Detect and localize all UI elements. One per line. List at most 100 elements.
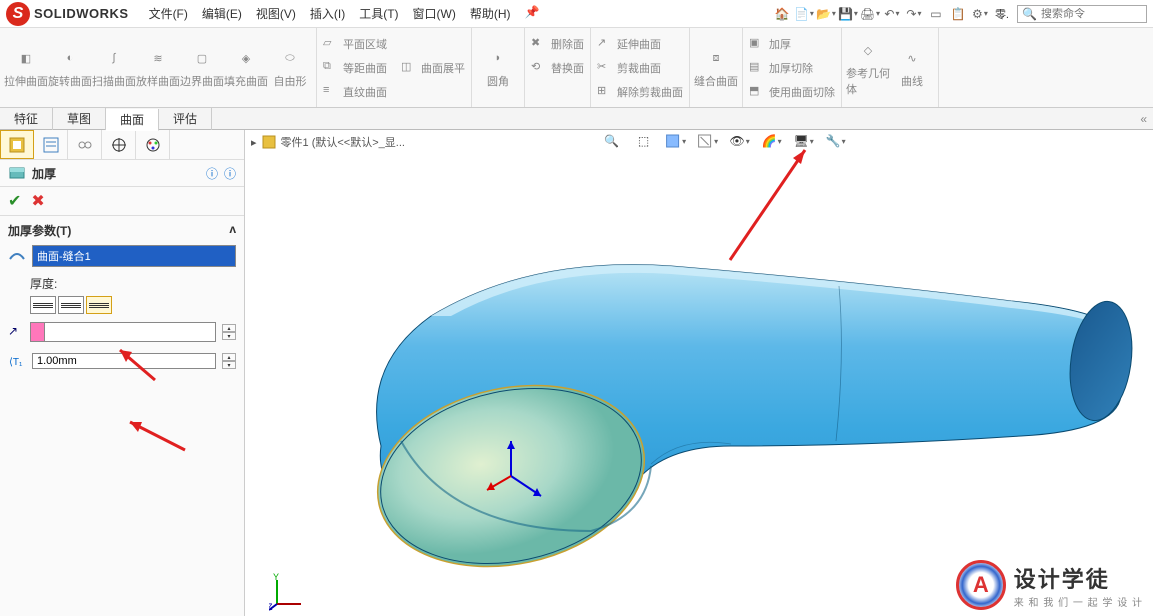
ok-button[interactable]: ✔ [8,191,21,211]
selected-surface-field[interactable]: 曲面-缝合1 [32,245,236,267]
spin-down[interactable]: ▾ [222,332,236,340]
pin-icon[interactable]: 📌 [525,5,540,22]
reference-geometry-button[interactable]: ◇参考几何体 [846,30,890,104]
property-manager: 加厚 ⓘ ⓘ ✔ ✖ 加厚参数(T) ʌ 曲面-缝合1 厚度: [0,130,245,616]
fillet-button[interactable]: ◗圆角 [476,30,520,104]
appearance-tab[interactable] [136,130,170,159]
search-box[interactable]: 🔍 [1017,5,1147,23]
offset-surface-button[interactable]: ⧉等距曲面◫曲面展平 [323,57,465,79]
feature-header: 加厚 ⓘ ⓘ [0,160,244,187]
reverse-direction-icon[interactable]: ↗ [8,324,24,340]
curves-button[interactable]: ∿曲线 [890,30,934,104]
planar-surface-button[interactable]: ▱平面区域 [323,33,465,55]
ok-cancel-row: ✔ ✖ [0,187,244,216]
menu-tools[interactable]: 工具(T) [359,5,398,22]
cancel-button[interactable]: ✖ [31,191,44,211]
dimension-icon: ⟨T₁ [8,352,26,370]
ribbon-group-face: ✖删除面 ⟲替换面 . [525,28,591,107]
thickness-label: 厚度: [30,275,236,292]
ribbon: ◧拉伸曲面 ◐旋转曲面 ∫扫描曲面 ≋放样曲面 ▢边界曲面 ◈填充曲面 ⬭自由形… [0,28,1153,108]
select-icon[interactable]: ▭ [929,7,943,21]
command-tabs: 特征 草图 曲面 评估 « [0,108,1153,130]
thicken-button[interactable]: ▣加厚 [749,33,835,55]
ruled-surface-button[interactable]: ≡直纹曲面 [323,81,465,103]
trim-surface-button[interactable]: ✂剪裁曲面 [597,57,683,79]
property-manager-tab[interactable] [34,130,68,159]
collapse-params-icon[interactable]: ʌ [229,222,236,239]
sweep-surface-button[interactable]: ∫扫描曲面 [92,30,136,104]
thickness-spin-up[interactable]: ▴ [222,353,236,361]
watermark-title: 设计学徒 [1014,562,1143,594]
ribbon-group-surface-tools: ▱平面区域 ⧉等距曲面◫曲面展平 ≡直纹曲面 [317,28,472,107]
extend-surface-button[interactable]: ↗延伸曲面 [597,33,683,55]
thicken-icon [8,164,26,182]
extrude-surface-button[interactable]: ◧拉伸曲面 [4,30,48,104]
tab-surface[interactable]: 曲面 [106,109,159,131]
cut-with-surface-button[interactable]: ⬒使用曲面切除 [749,81,835,103]
search-input[interactable] [1041,8,1141,20]
quick-access-toolbar: 🏠 📄▾ 📂▾ 💾▾ 🖨▾ ↶▾ ↷▾ ▭ 📋 ⚙▾ 零. 🔍 [775,5,1147,23]
tab-sketch[interactable]: 草图 [53,108,106,130]
thickness-spin-down[interactable]: ▾ [222,361,236,369]
menu-insert[interactable]: 插入(I) [310,5,345,22]
thickness-side-toggle [30,296,236,314]
tab-evaluate[interactable]: 评估 [159,108,212,130]
open-icon[interactable]: 📂▾ [819,7,833,21]
view-triad: Y Z [269,572,309,612]
feature-manager-tab[interactable] [0,130,34,159]
menu-view[interactable]: 视图(V) [256,5,296,22]
replace-face-button[interactable]: ⟲替换面 [531,57,584,79]
spin-up[interactable]: ▴ [222,324,236,332]
help-icon[interactable]: ⓘ [206,165,218,182]
tab-feature[interactable]: 特征 [0,108,53,130]
svg-text:Y: Y [273,572,279,582]
loft-surface-button[interactable]: ≋放样曲面 [136,30,180,104]
main-menu: 文件(F) 编辑(E) 视图(V) 插入(I) 工具(T) 窗口(W) 帮助(H… [149,5,540,22]
revolve-surface-button[interactable]: ◐旋转曲面 [48,30,92,104]
feature-title: 加厚 [32,165,56,182]
thickness-input[interactable] [32,353,216,369]
new-doc-icon[interactable]: 📄▾ [797,7,811,21]
direction-indicator [30,322,216,342]
search-icon: 🔍 [1022,7,1037,21]
ribbon-group-thicken: ▣加厚 ▤加厚切除 ⬒使用曲面切除 [743,28,842,107]
new-icon[interactable]: 🏠 [775,7,789,21]
print-icon[interactable]: 🖨▾ [863,7,877,21]
knit-surface-button[interactable]: ⧈缝合曲面 [694,30,738,104]
options-icon[interactable]: ⚙▾ [973,7,987,21]
manager-tabs [0,130,244,160]
untrim-surface-button[interactable]: ⊞解除剪裁曲面 [597,81,683,103]
boundary-surface-button[interactable]: ▢边界曲面 [180,30,224,104]
ribbon-group-surfaces: ◧拉伸曲面 ◐旋转曲面 ∫扫描曲面 ≋放样曲面 ▢边界曲面 ◈填充曲面 ⬭自由形 [0,28,317,107]
freeform-button[interactable]: ⬭自由形 [268,30,312,104]
dimxpert-tab[interactable] [102,130,136,159]
thicken-params: 加厚参数(T) ʌ 曲面-缝合1 厚度: ↗ ▴ ▾ [0,216,244,376]
pin-panel-icon[interactable]: ⓘ [224,165,236,182]
fill-surface-button[interactable]: ◈填充曲面 [224,30,268,104]
menu-help[interactable]: 帮助(H) [470,5,511,22]
menu-edit[interactable]: 编辑(E) [202,5,242,22]
menu-file[interactable]: 文件(F) [149,5,188,22]
rebuild-icon[interactable]: 📋 [951,7,965,21]
undo-icon[interactable]: ↶▾ [885,7,899,21]
app-logo: S SOLIDWORKS [6,2,129,26]
app-name: SOLIDWORKS [34,6,129,21]
ribbon-group-knit: ⧈缝合曲面 [690,28,743,107]
side-2-button[interactable] [86,296,112,314]
delete-face-button[interactable]: ✖删除面 [531,33,584,55]
tabs-collapse-icon[interactable]: « [1140,112,1153,126]
thicken-cut-button[interactable]: ▤加厚切除 [749,57,835,79]
svg-text:Z: Z [269,602,273,612]
side-1-button[interactable] [30,296,56,314]
ext-label: 零. [995,6,1009,22]
menu-window[interactable]: 窗口(W) [413,5,456,22]
graphics-area[interactable]: ▸ 零件1 (默认<<默认>_显... 🔍 ⬚ ▾ ▾ 👁▾ 🌈▾ 🖥▾ 🔧▾ [245,130,1153,616]
model-render [251,136,1151,616]
direction-row: ↗ ▴ ▾ [8,322,236,342]
params-title-row: 加厚参数(T) ʌ [8,222,236,239]
both-sides-button[interactable] [58,296,84,314]
redo-icon[interactable]: ↷▾ [907,7,921,21]
save-icon[interactable]: 💾▾ [841,7,855,21]
configuration-manager-tab[interactable] [68,130,102,159]
menu-bar: S SOLIDWORKS 文件(F) 编辑(E) 视图(V) 插入(I) 工具(… [0,0,1153,28]
